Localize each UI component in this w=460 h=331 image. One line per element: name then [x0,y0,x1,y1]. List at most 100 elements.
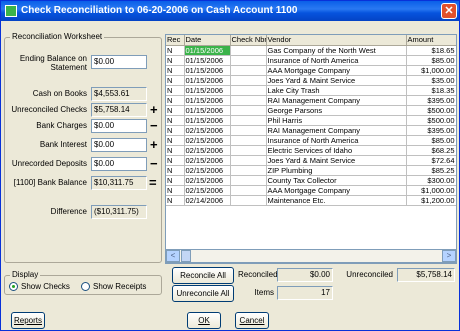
vendor-cell: Joes Yard & Maint Service [266,155,407,166]
column-header-amount[interactable]: Amount [406,35,456,46]
vendor-cell: AAA Mortgage Company [266,65,407,76]
transactions-table[interactable]: Rec Date Check Nbr Vendor Amount N 01/15/… [165,34,457,264]
check-cell [230,55,267,66]
amount-cell: $35.00 [406,75,456,86]
rec-cell[interactable]: N [166,105,185,116]
table-row[interactable]: N 01/15/2006 Gas Company of the North West… [166,45,456,56]
vendor-cell: Joes Yard & Maint Service [266,75,407,86]
ending-balance-label: Ending Balance on Statement [19,54,87,72]
display-group-title: Display [10,270,41,279]
date-cell: 01/15/2006 [184,75,231,86]
check-cell [230,125,267,136]
unrecorded-deposits-field[interactable]: $0.00 [91,157,147,171]
column-header-rec[interactable]: Rec [166,35,185,46]
amount-cell: $68.25 [406,145,456,156]
rec-cell[interactable]: N [166,65,185,76]
rec-cell[interactable]: N [166,145,185,156]
amount-cell: $395.00 [406,125,456,136]
table-row[interactable]: N 01/15/2006 Phil Harris $500.00 [166,115,456,126]
date-cell: 02/15/2006 [184,125,231,136]
reports-button-label: Reports [13,316,42,325]
reconcile-all-button[interactable]: Reconcile All [172,267,234,284]
show-receipts-radio[interactable] [81,282,90,291]
bank-charges-label: Bank Charges [36,121,87,130]
table-row[interactable]: N 02/15/2006 Joes Yard & Maint Service $72.… [166,155,456,166]
close-button[interactable]: ✕ [441,3,457,19]
rec-cell[interactable]: N [166,75,185,86]
bank-balance-label: [1100] Bank Balance [13,178,87,187]
amount-cell: $85.25 [406,165,456,176]
ok-button[interactable]: OK [187,312,221,329]
table-row[interactable]: N 01/15/2006 George Parsons $500.00 [166,105,456,116]
table-row[interactable]: N 02/14/2006 Maintenance Etc. $1,200.00 [166,195,456,206]
items-label: Items [254,288,274,297]
table-row[interactable]: N 01/15/2006 AAA Mortgage Company $1,000.00 [166,65,456,76]
rec-cell[interactable]: N [166,95,185,106]
bank-interest-label: Bank Interest [39,140,87,149]
ok-button-label: OK [198,316,210,325]
check-cell [230,135,267,146]
check-cell [230,195,267,206]
column-header-check-nbr[interactable]: Check Nbr [230,35,267,46]
show-checks-label[interactable]: Show Checks [21,282,70,291]
vendor-cell: ZIP Plumbing [266,165,407,176]
check-cell [230,165,267,176]
reports-button[interactable]: Reports [11,312,45,329]
difference-label: Difference [50,207,87,216]
scroll-left-button[interactable]: < [166,250,180,262]
table-row[interactable]: N 02/15/2006 Insurance of North America $85… [166,135,456,146]
cancel-button[interactable]: Cancel [235,312,269,329]
scroll-thumb[interactable] [181,250,191,262]
table-row[interactable]: N 02/15/2006 RAI Management Company $395.00 [166,125,456,136]
table-header-row: Rec Date Check Nbr Vendor Amount [166,35,456,46]
table-row[interactable]: N 02/15/2006 ZIP Plumbing $85.25 [166,165,456,176]
vendor-cell: AAA Mortgage Company [266,185,407,196]
bank-interest-field[interactable]: $0.00 [91,138,147,152]
plus-icon: + [150,102,158,117]
show-checks-radio[interactable] [9,282,18,291]
rec-cell[interactable]: N [166,195,185,206]
cancel-button-label: Cancel [239,316,265,325]
rec-cell[interactable]: N [166,55,185,66]
date-cell: 02/15/2006 [184,155,231,166]
table-row[interactable]: N 01/15/2006 Joes Yard & Maint Service $35.… [166,75,456,86]
rec-cell[interactable]: N [166,135,185,146]
rec-cell[interactable]: N [166,45,185,56]
bank-balance-value: $10,311.75 [91,176,147,190]
rec-cell[interactable]: N [166,125,185,136]
table-row[interactable]: N 02/15/2006 Electric Services of Idaho $68… [166,145,456,156]
column-header-vendor[interactable]: Vendor [266,35,407,46]
table-row[interactable]: N 01/15/2006 Insurance of North America $85… [166,55,456,66]
date-cell: 01/15/2006 [184,45,231,56]
column-header-date[interactable]: Date [184,35,231,46]
table-row[interactable]: N 01/15/2006 RAI Management Company $395.00 [166,95,456,106]
show-receipts-label[interactable]: Show Receipts [93,282,146,291]
horizontal-scrollbar[interactable]: < > [165,249,457,263]
table-row[interactable]: N 02/15/2006 AAA Mortgage Company $1,000.00 [166,185,456,196]
ending-balance-field[interactable]: $0.00 [91,55,147,69]
rec-cell[interactable]: N [166,155,185,166]
unreconciled-value: $5,758.14 [397,268,455,282]
amount-cell: $85.00 [406,55,456,66]
amount-cell: $395.00 [406,95,456,106]
amount-cell: $1,000.00 [406,185,456,196]
table-row[interactable]: N 01/15/2006 Lake City Trash $18.35 [166,85,456,96]
worksheet-group-title: Reconciliation Worksheet [10,32,105,41]
check-cell [230,115,267,126]
vendor-cell: RAI Management Company [266,95,407,106]
unreconcile-all-button[interactable]: Unreconcile All [172,285,234,302]
title-bar: Check Reconciliation to 06-20-2006 on Ca… [1,1,459,21]
check-cell [230,145,267,156]
scroll-right-button[interactable]: > [442,250,456,262]
cash-on-books-label: Cash on Books [32,89,87,98]
rec-cell[interactable]: N [166,165,185,176]
rec-cell[interactable]: N [166,185,185,196]
date-cell: 02/14/2006 [184,195,231,206]
bank-charges-field[interactable]: $0.00 [91,119,147,133]
rec-cell[interactable]: N [166,175,185,186]
rec-cell[interactable]: N [166,115,185,126]
amount-cell: $1,200.00 [406,195,456,206]
rec-cell[interactable]: N [166,85,185,96]
table-row[interactable]: N 02/15/2006 County Tax Collector $300.00 [166,175,456,186]
equals-icon: = [149,175,157,190]
